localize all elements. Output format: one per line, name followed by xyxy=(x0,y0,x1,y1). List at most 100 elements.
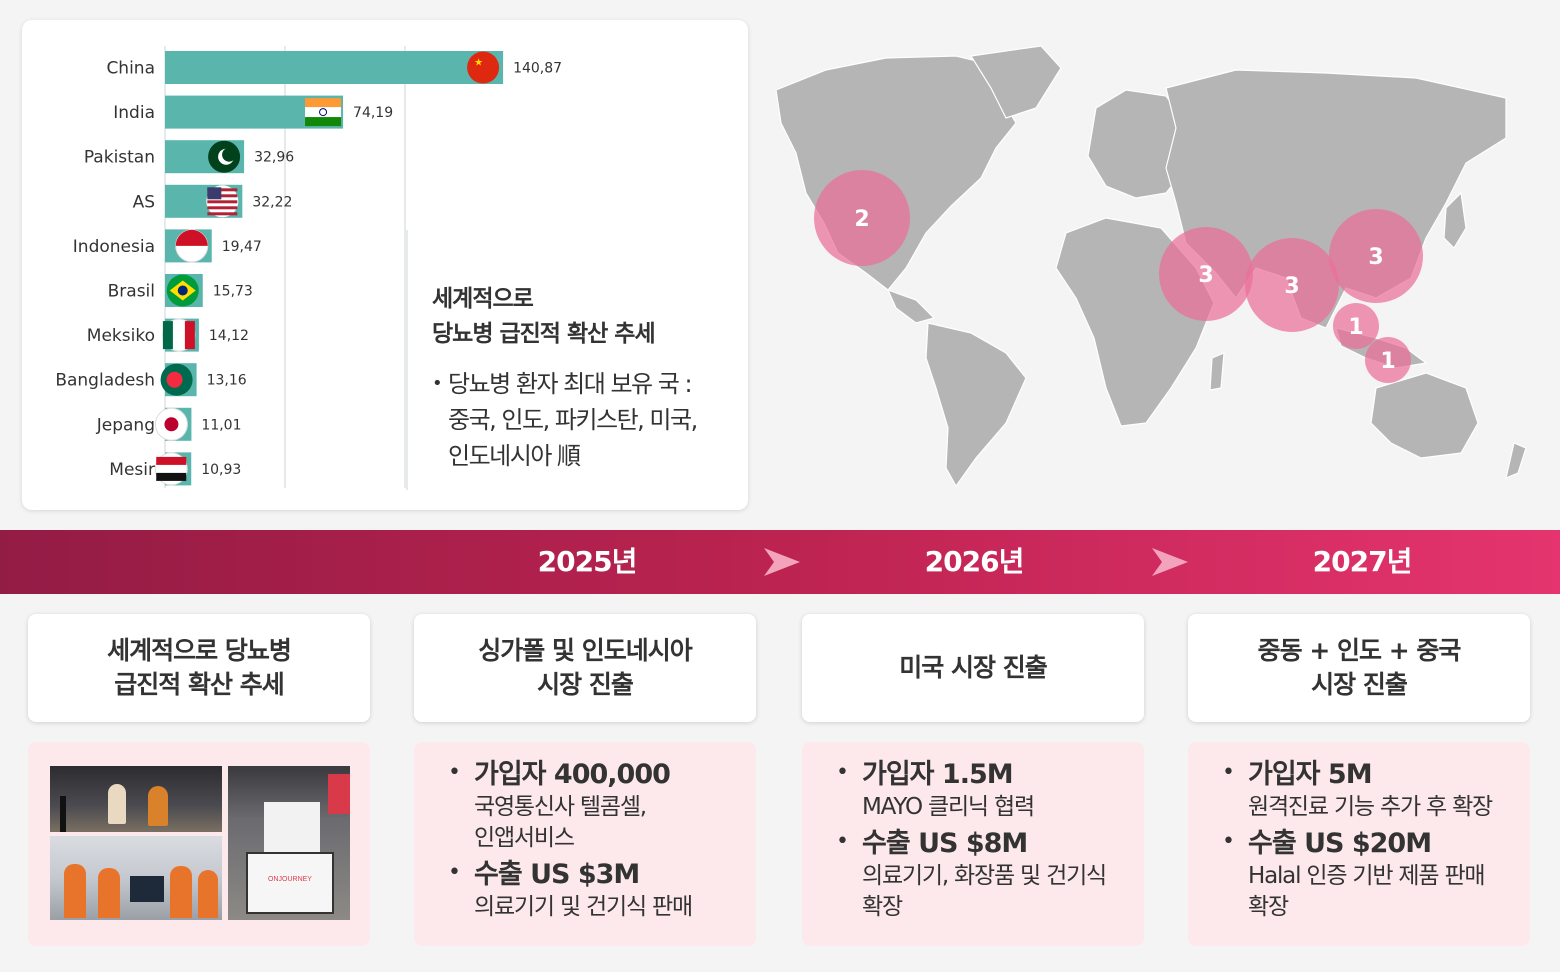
note-bullet-line1: 당뇨병 환자 최대 보유 국 : xyxy=(448,370,693,398)
column-header-2026: 미국 시장 진출 xyxy=(802,614,1144,722)
header-line1: 미국 시장 진출 xyxy=(899,653,1047,682)
flag-star: ★ xyxy=(474,58,483,69)
flag-jp-sun xyxy=(164,417,179,432)
category-label: Mesir xyxy=(109,460,155,480)
photo-studio-interview xyxy=(50,766,222,832)
value-label: 15,73 xyxy=(213,284,253,300)
world-map: 2 3 3 3 11 xyxy=(766,28,1546,498)
kpi-title: 가입자 1.5M xyxy=(862,759,1014,790)
kpi-sub: 인앱서비스 xyxy=(474,825,575,851)
category-label: Bangladesh xyxy=(55,371,155,391)
flag-eg-bot xyxy=(156,472,187,481)
kpi-item-subscribers: 가입자 5M 원격진료 기능 추가 후 확장 xyxy=(1222,758,1520,823)
note-title-line1: 세계적으로 xyxy=(432,286,534,312)
kpi-item-export: 수출 US $8M 의료기기, 화장품 및 건기식 확장 xyxy=(836,827,1134,923)
arrow-right-icon xyxy=(1152,548,1188,576)
bullet-dot: • xyxy=(432,373,443,394)
kpi-sub: 원격진료 기능 추가 후 확장 xyxy=(1248,794,1493,820)
value-label: 32,96 xyxy=(254,150,294,166)
category-label: Jepang xyxy=(96,415,155,435)
kpi-sub: 국영통신사 텔콤셀, xyxy=(474,794,647,820)
map-marker-label: 2 xyxy=(854,207,869,232)
category-label: Pakistan xyxy=(84,148,155,168)
flag-india-icon xyxy=(305,98,342,108)
column-body-2025: 가입자 400,000 국영통신사 텔콤셀, 인앱서비스 수출 US $3M 의… xyxy=(414,742,756,946)
kpi-sub: 의료기기 및 건기식 판매 xyxy=(474,894,693,920)
photo-caption-onjourney: ONJOURNEY xyxy=(268,876,312,883)
photo-collage-card: ONJOURNEY xyxy=(28,742,370,946)
flag-mx-right xyxy=(184,321,195,350)
header-line2: 급진적 확산 추세 xyxy=(114,670,284,699)
chart-note-bullet: • 당뇨병 환자 최대 보유 국 : 중국, 인도, 파키스탄, 미국, 인도네… xyxy=(432,366,742,474)
header-line1: 싱가폴 및 인도네시아 xyxy=(478,636,692,665)
flag-eg-top xyxy=(156,456,187,465)
kpi-list-2027: 가입자 5M 원격진료 기능 추가 후 확장 수출 US $20M Halal … xyxy=(1222,758,1520,927)
kpi-sub: 확장 xyxy=(862,894,903,920)
flag-us-canton xyxy=(207,187,222,200)
kpi-title: 가입자 400,000 xyxy=(474,759,671,790)
map-marker-label: 3 xyxy=(1284,274,1299,299)
category-label: India xyxy=(113,103,155,123)
kpi-item-subscribers: 가입자 1.5M MAYO 클리닉 협력 xyxy=(836,758,1134,823)
kpi-sub: Halal 인증 기반 제품 판매 xyxy=(1248,863,1486,889)
category-label: Brasil xyxy=(108,282,155,302)
value-label: 19,47 xyxy=(222,239,262,255)
diabetes-bar-chart-card: China ★ 140,87 India 74,19 Pakistan 32,96 AS 32,… xyxy=(22,20,748,510)
note-bullet-line2: 중국, 인도, 파키스탄, 미국, xyxy=(448,406,698,434)
category-label: Meksiko xyxy=(87,326,155,346)
kpi-sub: 의료기기, 화장품 및 건기식 xyxy=(862,863,1107,889)
map-marker-label: 3 xyxy=(1368,245,1383,270)
column-body-2026: 가입자 1.5M MAYO 클리닉 협력 수출 US $8M 의료기기, 화장품… xyxy=(802,742,1144,946)
timeline-year-2025: 2025년 xyxy=(537,545,638,578)
value-label: 14,12 xyxy=(209,328,249,344)
value-label: 13,16 xyxy=(207,373,247,389)
category-label: China xyxy=(106,59,155,79)
map-marker-label: 3 xyxy=(1198,263,1213,288)
column-header-global-trend: 세계적으로 당뇨병 급진적 확산 추세 xyxy=(28,614,370,722)
value-label: 10,93 xyxy=(201,462,241,478)
timeline-year-2026: 2026년 xyxy=(924,545,1025,578)
kpi-title: 수출 US $8M xyxy=(862,828,1028,859)
arrow-right-icon xyxy=(764,548,800,576)
timeline-banner: 2025년 2026년 2027년 xyxy=(0,530,1560,594)
kpi-item-export: 수출 US $20M Halal 인증 기반 제품 판매 확장 xyxy=(1222,827,1520,923)
kpi-title: 수출 US $3M xyxy=(474,859,640,890)
note-title-line2: 당뇨병 급진적 확산 추세 xyxy=(432,321,656,347)
chart-note-title: 세계적으로 당뇨병 급진적 확산 추세 xyxy=(432,282,742,352)
column-header-2027: 중동 + 인도 + 중국시장 진출 xyxy=(1188,614,1530,722)
flag-india-bot xyxy=(305,117,342,127)
flag-pk-cut xyxy=(222,147,237,162)
value-label: 11,01 xyxy=(201,417,241,433)
note-bullet-line3: 인도네시아 順 xyxy=(448,442,581,470)
kpi-sub: 확장 xyxy=(1248,894,1289,920)
world-map-svg: 2 3 3 3 11 xyxy=(775,45,1527,488)
photo-exhibition-booth xyxy=(50,836,222,920)
column-body-2027: 가입자 5M 원격진료 기능 추가 후 확장 수출 US $20M Halal … xyxy=(1188,742,1530,946)
value-label: 32,22 xyxy=(252,194,292,210)
map-marker-label: 1 xyxy=(1380,349,1395,374)
kpi-title: 가입자 5M xyxy=(1248,759,1373,790)
category-label: AS xyxy=(133,192,155,212)
flag-bd-disc xyxy=(166,371,183,388)
category-label: Indonesia xyxy=(73,237,155,257)
kpi-title: 수출 US $20M xyxy=(1248,828,1432,859)
column-header-2025: 싱가폴 및 인도네시아시장 진출 xyxy=(414,614,756,722)
header-line2: 시장 진출 xyxy=(537,670,634,699)
kpi-item-subscribers: 가입자 400,000 국영통신사 텔콤셀, 인앱서비스 xyxy=(448,758,746,854)
kpi-list-2026: 가입자 1.5M MAYO 클리닉 협력 수출 US $8M 의료기기, 화장품… xyxy=(836,758,1134,927)
flag-us-stripe xyxy=(207,200,238,204)
kpi-sub: MAYO 클리닉 협력 xyxy=(862,794,1035,820)
value-label: 140,87 xyxy=(513,61,562,77)
flag-mx-left xyxy=(162,321,173,350)
timeline-year-2027: 2027년 xyxy=(1312,545,1413,578)
chart-note: 세계적으로 당뇨병 급진적 확산 추세 • 당뇨병 환자 최대 보유 국 : 중… xyxy=(432,282,742,474)
kpi-list-2025: 가입자 400,000 국영통신사 텔콤셀, 인앱서비스 수출 US $3M 의… xyxy=(448,758,746,927)
flag-us-stripe xyxy=(207,212,238,216)
flag-china-icon xyxy=(467,51,500,84)
flag-br-globe xyxy=(177,285,188,296)
header-line2: 시장 진출 xyxy=(1311,670,1408,699)
header-line1: 중동 + 인도 + 중국 xyxy=(1257,636,1462,665)
bar-china xyxy=(165,51,504,84)
value-label: 74,19 xyxy=(353,105,393,121)
photo-onjourney-stand: ONJOURNEY xyxy=(228,766,350,920)
